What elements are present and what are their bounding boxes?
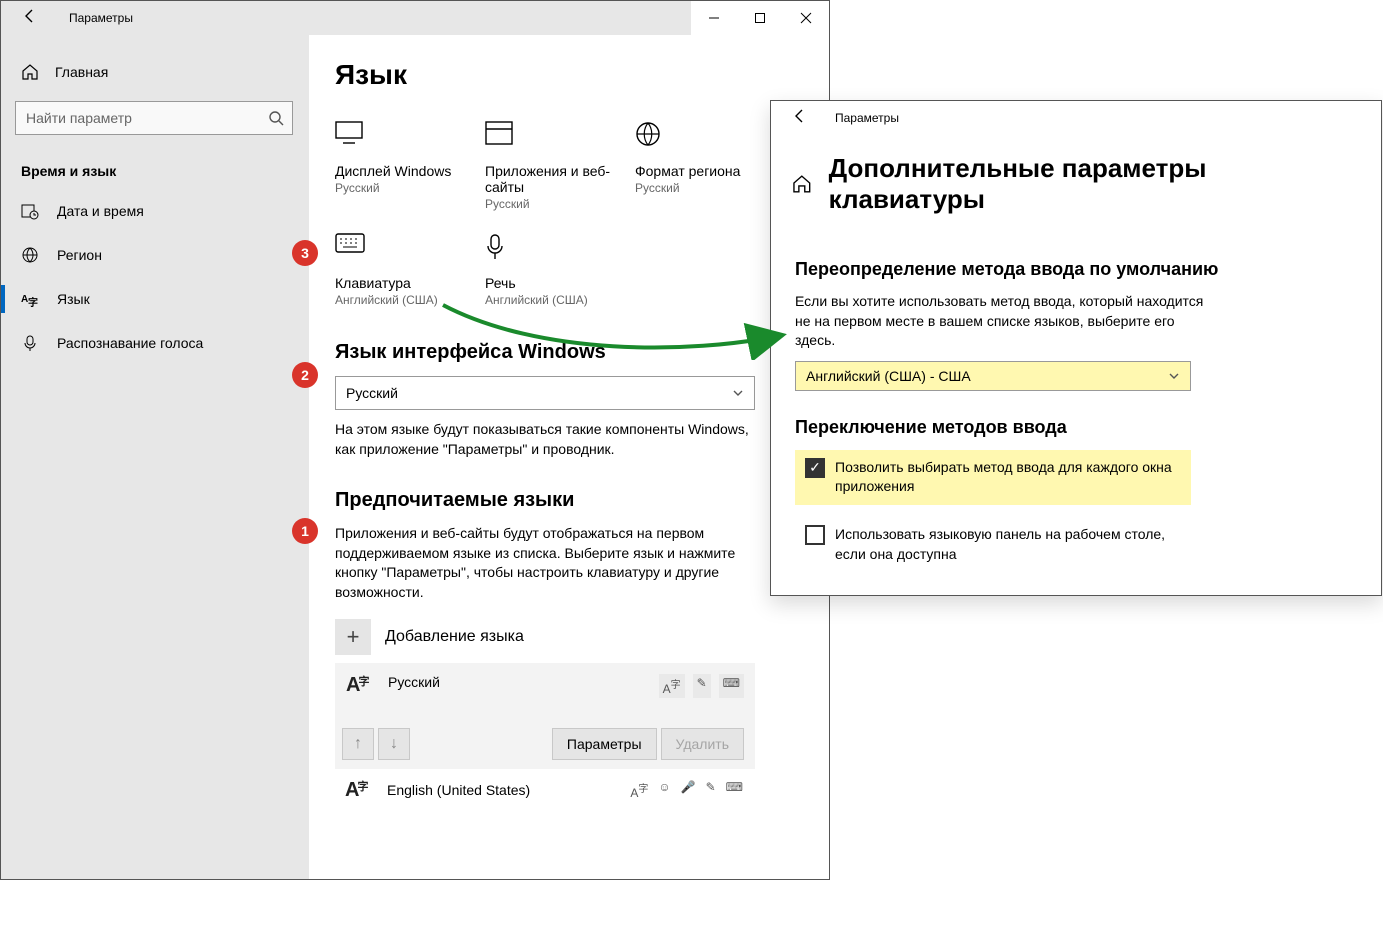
switch-heading: Переключение методов ввода [795, 417, 1357, 438]
ui-language-select[interactable]: Русский [335, 376, 755, 410]
maximize-button[interactable] [737, 1, 783, 35]
ui-language-heading: Язык интерфейса Windows [335, 341, 803, 364]
page-title: Язык [335, 59, 803, 91]
preferred-languages-desc: Приложения и веб-сайты будут отображатьс… [335, 524, 765, 602]
back-button[interactable] [19, 8, 41, 29]
sidebar-item-datetime[interactable]: Дата и время [1, 189, 309, 233]
settings-window: Параметры Главная Найти параметр Время и… [0, 0, 830, 880]
sidebar: Главная Найти параметр Время и язык Дата… [1, 35, 309, 879]
language-icon: A字 [21, 290, 39, 308]
language-bar-checkbox-row[interactable]: Использовать языковую панель на рабочем … [795, 517, 1191, 572]
search-input[interactable]: Найти параметр [15, 101, 293, 135]
preferred-languages-heading: Предпочитаемые языки [335, 489, 803, 512]
microphone-icon [21, 334, 39, 352]
calendar-clock-icon [21, 202, 39, 220]
tile-speech[interactable]: Речь Английский (США) [485, 233, 635, 307]
language-row-english[interactable]: A字 English (United States) A字☺🎤✎⌨ [335, 769, 755, 812]
sidebar-item-region[interactable]: Регион [1, 233, 309, 277]
add-language-button[interactable]: + Добавление языка [335, 619, 803, 655]
close-button[interactable] [783, 1, 829, 35]
language-options-button[interactable]: Параметры [552, 728, 657, 760]
checkbox-unchecked-icon [805, 525, 825, 545]
ui-language-desc: На этом языке будут показываться такие к… [335, 420, 765, 459]
sidebar-home[interactable]: Главная [1, 53, 309, 91]
tile-region-format[interactable]: Формат региона Русский [635, 121, 785, 211]
language-card-selected[interactable]: A字 Русский A字✎⌨ ↑ ↓ Параметры Удалить [335, 663, 755, 769]
sidebar-item-language[interactable]: A字 Язык [1, 277, 309, 321]
checkbox-checked-icon: ✓ [805, 458, 825, 478]
apps-icon [485, 121, 513, 145]
language-glyph-icon: A字 [345, 779, 375, 802]
move-down-button[interactable]: ↓ [378, 728, 410, 760]
globe-icon [635, 121, 661, 147]
title-bar: Параметры [1, 1, 829, 35]
override-heading: Переопределение метода ввода по умолчани… [795, 259, 1357, 280]
chevron-down-icon [1168, 370, 1180, 382]
tile-display[interactable]: Дисплей Windows Русский [335, 121, 485, 211]
tile-apps[interactable]: Приложения и веб-сайты Русский [485, 121, 635, 211]
move-up-button[interactable]: ↑ [342, 728, 374, 760]
language-remove-button: Удалить [661, 728, 744, 760]
minimize-button[interactable] [691, 1, 737, 35]
window-title: Параметры [69, 11, 133, 25]
sidebar-group-heading: Время и язык [1, 145, 309, 189]
tile-keyboard[interactable]: Клавиатура Английский (США) [335, 233, 485, 307]
default-input-select[interactable]: Английский (США) - США [795, 361, 1191, 391]
back-button[interactable] [789, 108, 811, 129]
keyboard-icon [335, 233, 365, 253]
annotation-badge-3: 3 [292, 240, 318, 266]
language-features-icons: A字✎⌨ [659, 674, 744, 698]
annotation-badge-2: 2 [292, 362, 318, 388]
sidebar-item-speech[interactable]: Распознавание голоса [1, 321, 309, 365]
chevron-down-icon [732, 387, 744, 399]
main-content: Язык Дисплей Windows Русский Приложения … [309, 35, 829, 879]
page-title: Дополнительные параметры клавиатуры [829, 153, 1361, 215]
home-icon [21, 63, 39, 81]
search-icon [268, 110, 284, 126]
home-icon[interactable] [791, 173, 813, 195]
plus-icon: + [335, 619, 371, 655]
language-glyph-icon: A字 [346, 674, 376, 697]
microphone-icon [485, 233, 505, 261]
per-window-checkbox-row[interactable]: ✓ Позволить выбирать метод ввода для каж… [795, 450, 1191, 505]
title-bar: Параметры [771, 101, 1381, 135]
advanced-keyboard-window: Параметры Дополнительные параметры клави… [770, 100, 1382, 596]
override-desc: Если вы хотите использовать метод ввода,… [795, 292, 1215, 351]
language-features-icons: A字☺🎤✎⌨ [628, 780, 745, 800]
monitor-icon [335, 121, 363, 145]
globe-icon [21, 246, 39, 264]
svg-text:字: 字 [28, 296, 38, 308]
annotation-badge-1: 1 [292, 518, 318, 544]
